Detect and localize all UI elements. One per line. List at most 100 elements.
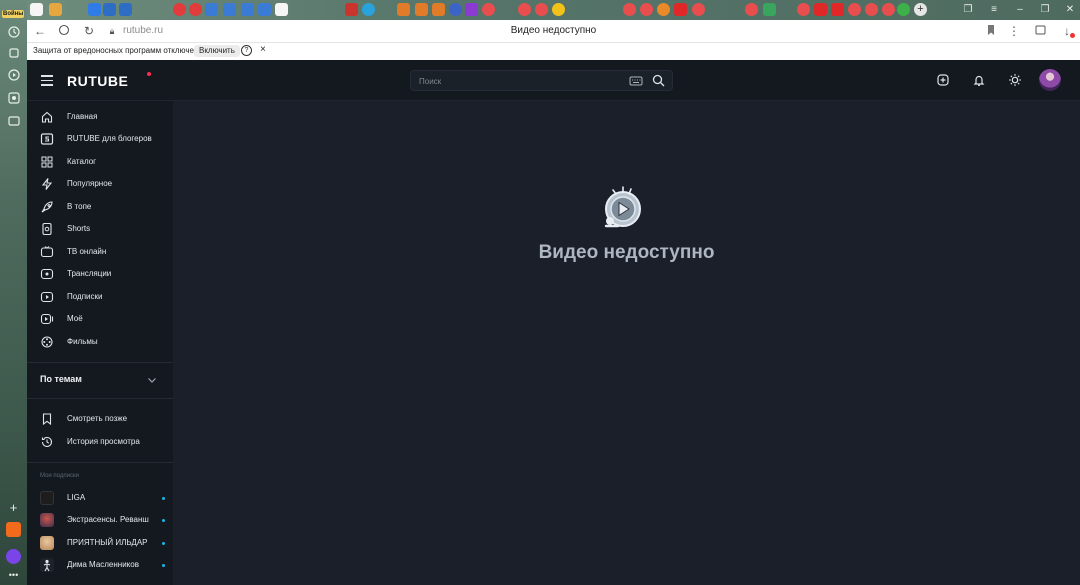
menu-icon[interactable]: ≡ bbox=[987, 4, 1001, 16]
subscription-item[interactable]: Дима Масленников bbox=[27, 554, 173, 576]
tab-18[interactable] bbox=[482, 3, 495, 16]
tab-30[interactable] bbox=[814, 3, 827, 16]
tab-19[interactable] bbox=[518, 3, 531, 16]
tab-current-rutube[interactable] bbox=[275, 3, 288, 16]
sidebar-item-my[interactable]: Моё bbox=[27, 308, 173, 330]
tab-10[interactable] bbox=[258, 3, 271, 16]
tab-17[interactable] bbox=[465, 3, 478, 16]
more-options-icon[interactable]: ⋮ bbox=[1007, 24, 1021, 38]
search-icon[interactable] bbox=[652, 74, 665, 92]
more-rail-icon[interactable]: ••• bbox=[6, 568, 21, 583]
tab-2[interactable] bbox=[88, 3, 101, 16]
tab-15[interactable] bbox=[432, 3, 445, 16]
tab-23[interactable] bbox=[640, 3, 653, 16]
tab-21[interactable] bbox=[552, 3, 565, 16]
tab-active-media[interactable] bbox=[30, 3, 43, 16]
tab-12[interactable] bbox=[362, 3, 375, 16]
tab-14[interactable] bbox=[415, 3, 428, 16]
rail-badge[interactable]: Войны bbox=[2, 10, 25, 18]
music-rail-icon[interactable] bbox=[6, 91, 21, 106]
tab-9[interactable] bbox=[241, 3, 254, 16]
tab-25[interactable] bbox=[674, 3, 687, 16]
topics-section-toggle[interactable]: По темам bbox=[40, 374, 82, 384]
chevron-down-icon[interactable] bbox=[146, 373, 158, 385]
sidebar-item-popular[interactable]: Популярное bbox=[27, 173, 173, 195]
channel-avatar bbox=[40, 491, 54, 505]
tab-34[interactable] bbox=[882, 3, 895, 16]
protect-icon[interactable] bbox=[57, 24, 71, 38]
sidebar-item-top[interactable]: В топе bbox=[27, 196, 173, 218]
help-icon[interactable]: ? bbox=[241, 45, 252, 56]
video-rail-icon[interactable] bbox=[6, 68, 21, 83]
rutube-logo[interactable]: RUTUBE bbox=[67, 73, 128, 89]
tab-27[interactable] bbox=[745, 3, 758, 16]
subscription-item[interactable]: Экстрасенсы. Реванш bbox=[27, 509, 173, 531]
tab-26[interactable] bbox=[692, 3, 705, 16]
tab-7[interactable] bbox=[205, 3, 218, 16]
tab-28[interactable] bbox=[763, 3, 776, 16]
translate-icon[interactable] bbox=[1034, 24, 1048, 38]
back-icon[interactable]: ← bbox=[33, 24, 47, 38]
tab-29[interactable] bbox=[797, 3, 810, 16]
subscription-item[interactable]: ПРИЯТНЫЙ ИЛЬДАР bbox=[27, 532, 173, 554]
sidebar-item-films[interactable]: Фильмы bbox=[27, 331, 173, 353]
history-rail-icon[interactable] bbox=[6, 25, 21, 40]
tab-33[interactable] bbox=[865, 3, 878, 16]
bookmark-page-icon[interactable] bbox=[984, 24, 998, 38]
close-infobar-icon[interactable]: × bbox=[260, 44, 266, 55]
menu-burger-icon[interactable] bbox=[41, 75, 53, 86]
lock-icon[interactable]: 🔒︎ bbox=[105, 24, 119, 38]
collections-rail-icon[interactable] bbox=[6, 46, 21, 61]
minimize-icon[interactable]: – bbox=[1013, 4, 1027, 16]
tab-8[interactable] bbox=[223, 3, 236, 16]
sidebar-item-tv[interactable]: ТВ онлайн bbox=[27, 241, 173, 263]
tab-22[interactable] bbox=[623, 3, 636, 16]
sidebar-item-subscriptions[interactable]: Подписки bbox=[27, 286, 173, 308]
upload-icon[interactable] bbox=[936, 73, 950, 87]
tab-3[interactable] bbox=[103, 3, 116, 16]
sidebar-item-catalog[interactable]: Каталог bbox=[27, 151, 173, 173]
shorts-icon bbox=[40, 222, 54, 236]
url-field[interactable]: rutube.ru bbox=[123, 25, 163, 36]
alice-assistant-icon[interactable] bbox=[6, 549, 21, 564]
tab-4[interactable] bbox=[119, 3, 132, 16]
tab-16[interactable] bbox=[449, 3, 462, 16]
sidebar-item-watch-later[interactable]: Смотреть позже bbox=[27, 408, 173, 430]
new-content-dot bbox=[162, 542, 165, 545]
enable-protection-button[interactable]: Включить bbox=[194, 45, 240, 57]
sidebar-item-streams[interactable]: Трансляции bbox=[27, 263, 173, 285]
logo-dot bbox=[147, 72, 151, 76]
close-window-icon[interactable]: ✕ bbox=[1063, 4, 1077, 16]
sidebar-item-home[interactable]: Главная bbox=[27, 106, 173, 128]
tab-6[interactable] bbox=[189, 3, 202, 16]
tab-13[interactable] bbox=[397, 3, 410, 16]
download-badge bbox=[1070, 33, 1075, 38]
search-input[interactable] bbox=[419, 75, 619, 87]
sidebar-item-bloggers[interactable]: RUTUBE для блогеров bbox=[27, 128, 173, 150]
keyboard-icon[interactable] bbox=[629, 74, 643, 92]
subscription-item[interactable]: LIGA bbox=[27, 487, 173, 509]
theme-sun-icon[interactable] bbox=[1008, 73, 1022, 87]
gallery-rail-icon[interactable] bbox=[6, 114, 21, 129]
tab-32[interactable] bbox=[848, 3, 861, 16]
security-infobar: Защита от вредоносных программ отключена… bbox=[27, 43, 1080, 60]
tab-11[interactable] bbox=[345, 3, 358, 16]
user-avatar[interactable] bbox=[1039, 69, 1061, 91]
restore-icon[interactable]: ❐ bbox=[1038, 4, 1052, 16]
messenger-rail-icon[interactable] bbox=[6, 522, 21, 537]
notifications-bell-icon[interactable] bbox=[972, 73, 986, 87]
tab-24[interactable] bbox=[657, 3, 670, 16]
tab-manager-icon[interactable]: ❐ bbox=[961, 4, 975, 16]
subscription-label: LIGA bbox=[67, 493, 86, 502]
sidebar-divider bbox=[27, 398, 173, 399]
tab-31[interactable] bbox=[831, 3, 844, 16]
tab-1[interactable] bbox=[49, 3, 62, 16]
tab-35[interactable] bbox=[897, 3, 910, 16]
sidebar-item-shorts[interactable]: Shorts bbox=[27, 218, 173, 240]
tab-20[interactable] bbox=[535, 3, 548, 16]
sidebar-item-history[interactable]: История просмотра bbox=[27, 431, 173, 453]
new-tab-button[interactable]: + bbox=[914, 3, 927, 16]
add-panel-icon[interactable]: + bbox=[6, 500, 21, 515]
tab-5[interactable] bbox=[173, 3, 186, 16]
reload-icon[interactable]: ↻ bbox=[82, 24, 96, 38]
